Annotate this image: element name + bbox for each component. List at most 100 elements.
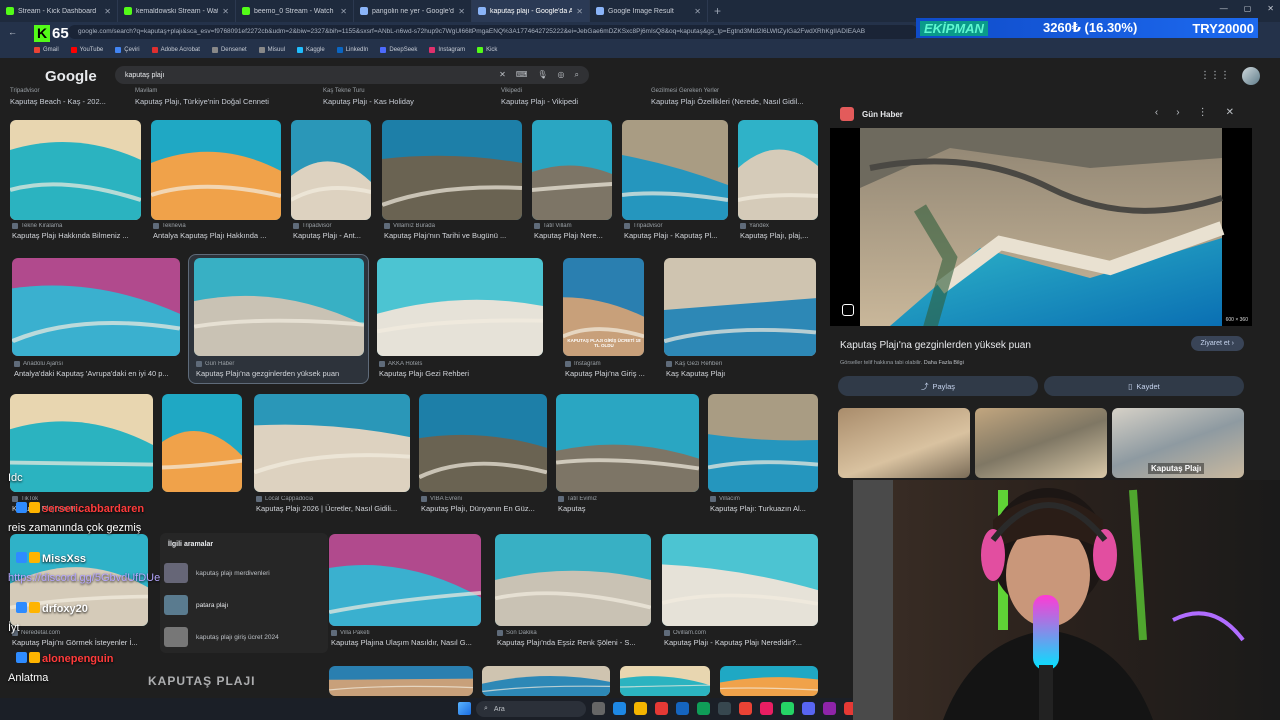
image-result-thumbnail[interactable]	[291, 120, 371, 220]
clear-icon[interactable]: ✕	[499, 70, 506, 80]
share-button[interactable]: ⤴ Paylaş	[838, 376, 1038, 396]
bookmark-item[interactable]: YouTube	[70, 47, 103, 53]
discord-icon[interactable]	[802, 702, 815, 715]
app-icon[interactable]	[823, 702, 836, 715]
image-result-caption[interactable]: Gün Haber Kaputaş Plajı'na gezginlerden y…	[196, 361, 406, 378]
back-icon[interactable]: ←	[8, 27, 17, 37]
image-result-thumbnail[interactable]	[495, 534, 651, 626]
edge-icon[interactable]	[613, 702, 626, 715]
more-info-link[interactable]: Daha Fazla Bilgi	[924, 360, 964, 366]
app-icon[interactable]	[718, 702, 731, 715]
image-result-caption[interactable]: Kaş Tekne Turu Kaputaş Plajı - Kas Holida…	[323, 88, 414, 106]
image-result-thumbnail[interactable]	[556, 394, 699, 492]
image-result-caption[interactable]: Tripadvisor Kaputaş Beach - Kaş - 202...	[10, 88, 106, 106]
related-image[interactable]	[975, 408, 1107, 478]
chevron-left-icon[interactable]: ‹	[1155, 107, 1158, 118]
bookmark-item[interactable]: Kick	[477, 47, 497, 53]
account-avatar[interactable]	[1242, 67, 1260, 85]
preview-title[interactable]: Kaputaş Plajı'na gezginlerden yüksek pua…	[840, 340, 1031, 351]
minimize-icon[interactable]: —	[1220, 4, 1228, 13]
close-window-icon[interactable]: ✕	[1267, 4, 1274, 13]
close-tab-icon[interactable]: ✕	[694, 7, 701, 16]
windows-start-icon[interactable]	[458, 702, 471, 715]
task-view-icon[interactable]	[592, 702, 605, 715]
related-image[interactable]	[838, 408, 970, 478]
app-icon[interactable]	[697, 702, 710, 715]
maximize-icon[interactable]: ▢	[1244, 4, 1252, 13]
image-result-caption[interactable]: Anadolu Ajansı Antalya'daki Kaputaş 'Avru…	[14, 361, 222, 378]
image-result-caption[interactable]: Vikipedi Kaputaş Plajı - Vikipedi	[501, 88, 578, 106]
image-result-caption[interactable]: Mavilam Kaputaş Plajı, Türkiye'nin Doğal …	[135, 88, 269, 106]
bookmark-item[interactable]: Gmail	[34, 47, 59, 53]
browser-tab[interactable]: kaputaş plajı - Google'da Ara ✕	[472, 0, 590, 22]
bookmark-item[interactable]: Misuul	[258, 47, 285, 53]
search-box[interactable]: kaputaş plajı ✕ ⌨ 🎙 ◎ ⌕	[115, 66, 589, 84]
visit-button[interactable]: Ziyaret et ›	[1190, 336, 1244, 351]
close-tab-icon[interactable]: ✕	[104, 7, 111, 16]
bookmark-item[interactable]: DeepSeek	[380, 47, 417, 53]
preview-source[interactable]: Gün Haber	[840, 107, 903, 121]
bookmark-item[interactable]: Densenet	[211, 47, 247, 53]
image-result-thumbnail[interactable]	[382, 120, 522, 220]
result-title: Kaputaş Plajı, Türkiye'nin Doğal Cenneti	[135, 97, 269, 106]
chrome-icon[interactable]	[739, 702, 752, 715]
app-icon[interactable]	[760, 702, 773, 715]
lens-icon[interactable]: ◎	[558, 70, 565, 80]
folder-icon[interactable]	[634, 702, 647, 715]
image-result-caption[interactable]: AKKA Hotels Kaputaş Plajı Gezi Rehberi	[379, 361, 585, 378]
taskbar-search[interactable]: ⌕ Ara	[476, 701, 586, 717]
browser-tab[interactable]: Google Image Result ✕	[590, 0, 708, 22]
search-query[interactable]: kaputaş plajı	[125, 72, 164, 79]
image-result-thumbnail[interactable]	[329, 534, 481, 626]
preview-image[interactable]: 600 × 360	[830, 128, 1252, 330]
bookmark-item[interactable]: Kaggle	[297, 47, 325, 53]
image-result-thumbnail[interactable]	[720, 666, 818, 696]
apps-grid-icon[interactable]: ⋮⋮⋮	[1200, 70, 1230, 81]
url-field[interactable]: google.com/search?q=kaputaş+plajı&sca_es…	[68, 25, 918, 39]
related-image[interactable]: Kaputaş Plajı	[1112, 408, 1244, 478]
app-icon[interactable]	[676, 702, 689, 715]
image-result-thumbnail[interactable]	[377, 258, 543, 356]
image-result-thumbnail[interactable]	[482, 666, 610, 696]
mic-icon[interactable]: 🎙	[537, 70, 547, 80]
image-result-thumbnail[interactable]	[329, 666, 473, 696]
close-tab-icon[interactable]: ✕	[222, 7, 229, 16]
chevron-right-icon[interactable]: ›	[1176, 107, 1179, 118]
bookmark-item[interactable]: Çeviri	[115, 47, 140, 53]
app-icon[interactable]	[655, 702, 668, 715]
close-icon[interactable]: ✕	[1226, 107, 1234, 118]
chat-message[interactable]: https://discord.gg/5GbvdUfDUe	[8, 572, 160, 584]
keyboard-icon[interactable]: ⌨	[516, 70, 528, 80]
image-result-caption[interactable]: Gezilmesi Gereken Yerler Kaputaş Plajı Öz…	[651, 88, 804, 106]
image-result-thumbnail[interactable]	[708, 394, 818, 492]
search-icon[interactable]: ⌕	[575, 70, 579, 80]
image-result-thumbnail[interactable]	[10, 120, 141, 220]
image-result-caption[interactable]: Villa Paketi Kaputaş Plajına Ulaşım Nasıl…	[331, 630, 523, 647]
close-tab-icon[interactable]: ✕	[576, 7, 583, 16]
image-result-thumbnail[interactable]	[419, 394, 547, 492]
close-tab-icon[interactable]: ✕	[458, 7, 465, 16]
browser-tab[interactable]: beemo_0 Stream - Watch Live ✕	[236, 0, 354, 22]
more-vert-icon[interactable]: ⋮	[1198, 107, 1208, 118]
image-result-thumbnail[interactable]	[532, 120, 612, 220]
image-result-thumbnail[interactable]	[620, 666, 710, 696]
image-result-thumbnail[interactable]	[738, 120, 818, 220]
image-result-thumbnail[interactable]	[151, 120, 281, 220]
bookmark-item[interactable]: LinkedIn	[336, 47, 368, 53]
image-result-thumbnail[interactable]	[194, 258, 364, 356]
new-tab-button[interactable]: +	[714, 4, 721, 18]
browser-tab[interactable]: kemaldowski Stream - Watch Li ✕	[118, 0, 236, 22]
bookmark-item[interactable]: Adobe Acrobat	[151, 47, 200, 53]
whatsapp-icon[interactable]	[781, 702, 794, 715]
save-button[interactable]: ▯ Kaydet	[1044, 376, 1244, 396]
browser-tab[interactable]: Stream - Kick Dashboard ✕	[0, 0, 118, 22]
bookmark-item[interactable]: Instagram	[429, 47, 465, 53]
google-logo[interactable]: Google	[45, 68, 97, 85]
visual-search-icon[interactable]	[842, 304, 854, 316]
image-result-thumbnail[interactable]	[664, 258, 816, 356]
browser-tab[interactable]: pangolin ne yer - Google'da Ar ✕	[354, 0, 472, 22]
close-tab-icon[interactable]: ✕	[340, 7, 347, 16]
image-result-thumbnail[interactable]	[622, 120, 728, 220]
image-result-thumbnail[interactable]	[12, 258, 180, 356]
image-result-thumbnail[interactable]	[662, 534, 818, 626]
